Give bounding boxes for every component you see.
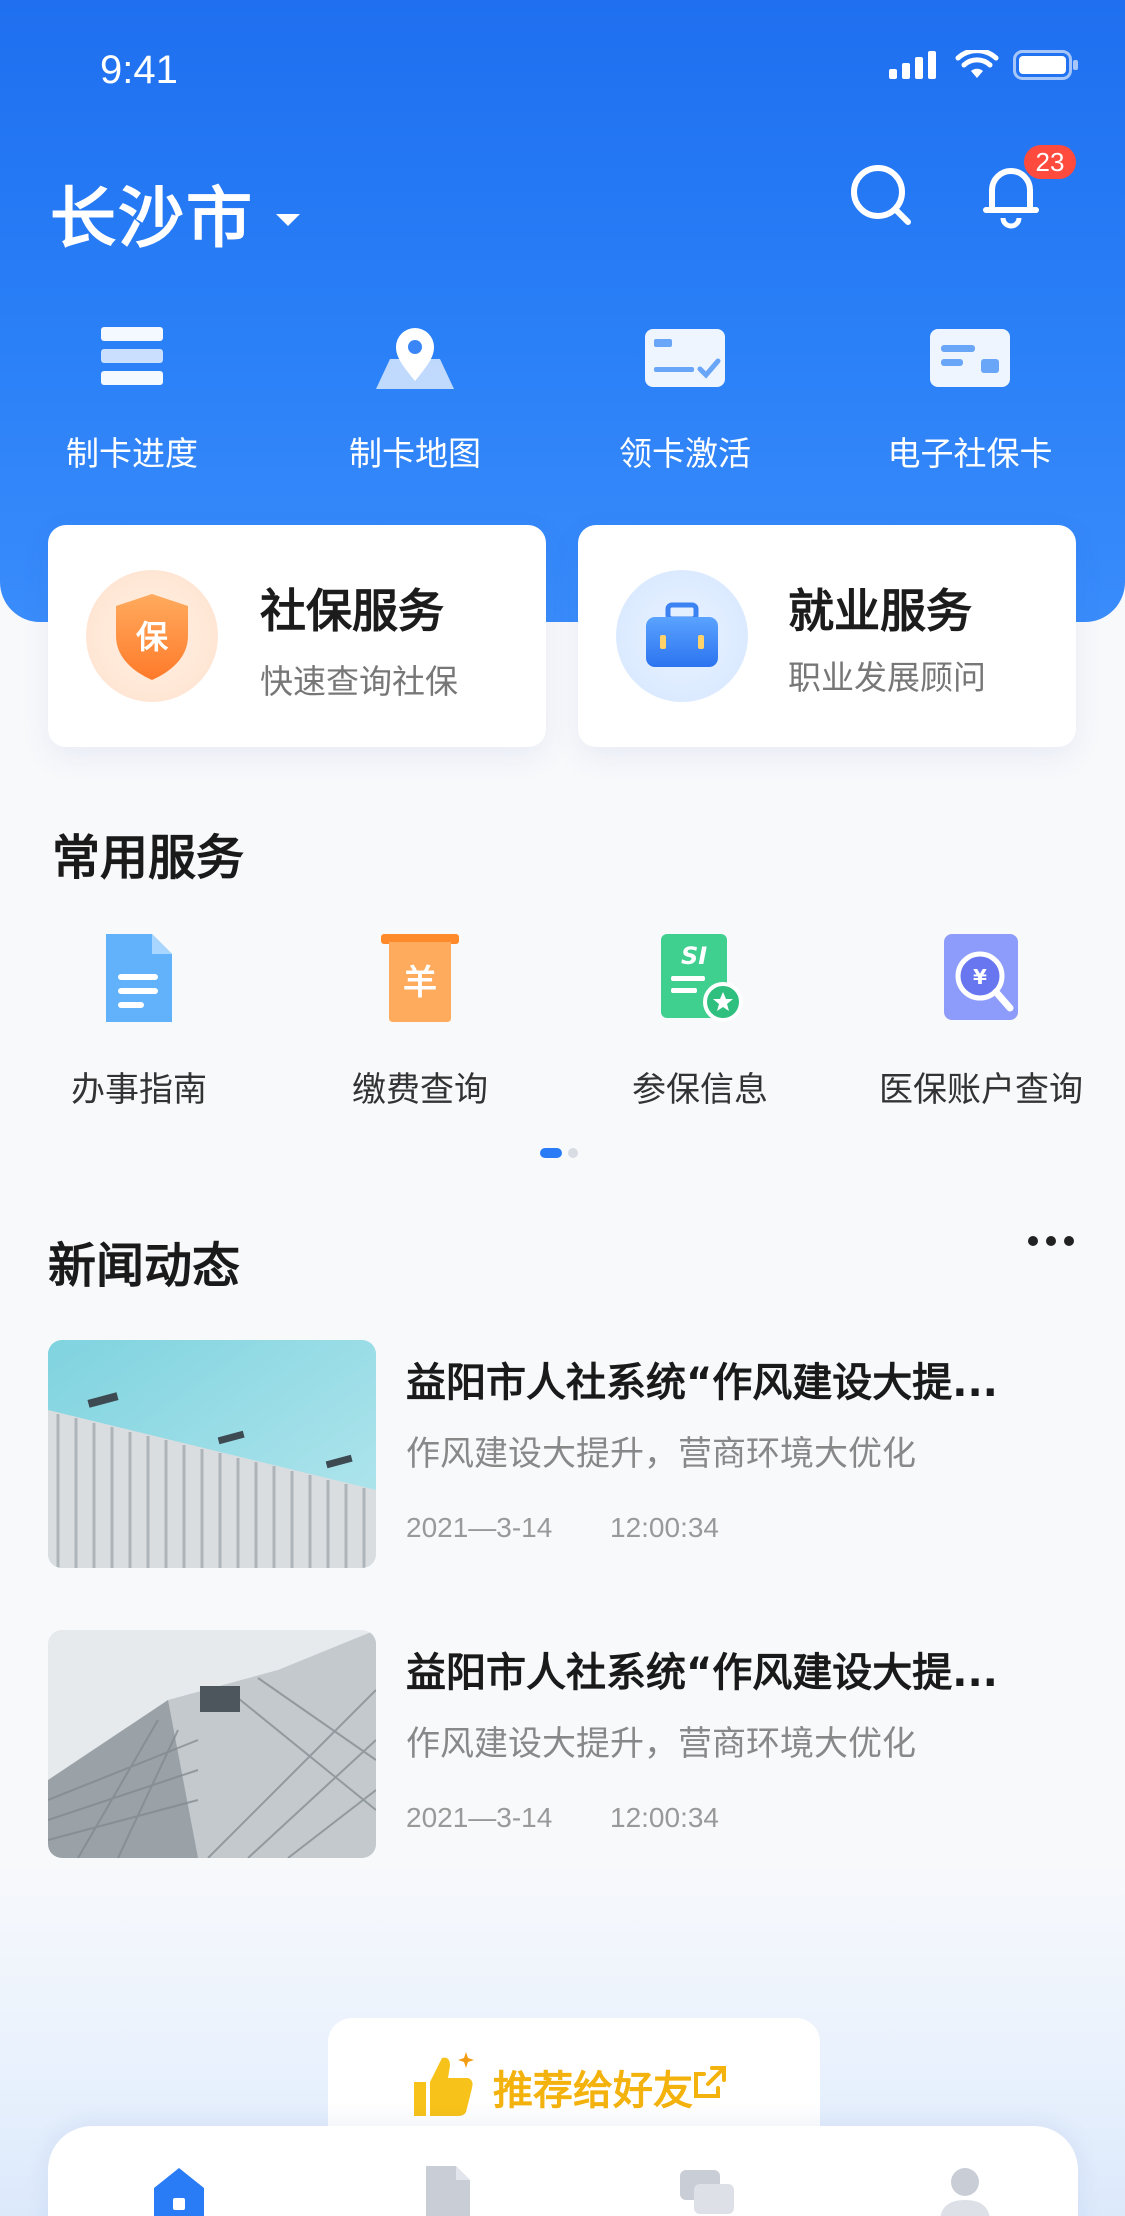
- insurance-icon-text: SI: [681, 942, 707, 970]
- service-label: 医保账户查询: [879, 1070, 1083, 1110]
- map-pin-icon: [376, 328, 454, 389]
- common-services-title: 常用服务: [52, 830, 245, 886]
- news-thumbnail: [48, 1340, 376, 1568]
- home-icon[interactable]: [150, 2164, 208, 2216]
- news-image: [48, 1340, 376, 1568]
- news-date: 2021—3-14: [406, 1512, 553, 1543]
- more-icon[interactable]: [1028, 1236, 1074, 1246]
- payment-icon: 羊: [381, 934, 459, 1022]
- bottom-tab-bar: [48, 2126, 1078, 2216]
- recommend-label: 推荐给好友: [493, 2068, 693, 2114]
- briefcase-icon: [616, 570, 748, 702]
- card-title: 就业服务: [788, 584, 972, 638]
- status-time: 9:41: [100, 48, 178, 92]
- card-title: 社保服务: [260, 584, 444, 638]
- document-icon: [106, 934, 172, 1022]
- quick-action-label: 制卡进度: [66, 434, 198, 473]
- shield-icon: 保: [86, 570, 218, 702]
- pagination-dots: [540, 1148, 578, 1158]
- share-icon: [694, 2066, 726, 2098]
- city-selector[interactable]: 长沙市: [50, 165, 300, 261]
- news-date: 2021—3-14: [406, 1802, 553, 1833]
- news-section-title: 新闻动态: [48, 1238, 241, 1294]
- news-thumbnail: [48, 1630, 376, 1858]
- news-time: 12:00:34: [610, 1512, 719, 1543]
- service-item-guide[interactable]: 办事指南: [14, 930, 264, 1111]
- news-title: 益阳市人社系统“作风建设大提...: [406, 1650, 998, 1696]
- shield-icon-text: 保: [136, 618, 169, 656]
- quick-action-label: 领卡激活: [619, 434, 751, 473]
- signal-icon: [889, 51, 936, 79]
- list-icon: [101, 327, 163, 385]
- file-icon[interactable]: [418, 2164, 476, 2216]
- city-name: 长沙市: [50, 180, 254, 257]
- chevron-down-icon: [276, 214, 300, 226]
- card-subtitle: 职业发展顾问: [788, 658, 986, 697]
- service-item-insurance-info[interactable]: SI 参保信息: [575, 930, 825, 1111]
- news-title: 益阳市人社系统“作风建设大提...: [406, 1360, 998, 1406]
- payment-icon-text: 羊: [403, 963, 437, 1003]
- profile-icon[interactable]: [936, 2164, 994, 2216]
- shield-icon: 保: [116, 594, 188, 680]
- quick-action-card-progress[interactable]: 制卡进度: [22, 325, 242, 475]
- news-item[interactable]: 益阳市人社系统“作风建设大提... 作风建设大提升，营商环境大优化 2021—3…: [48, 1630, 1078, 1860]
- social-security-service-card[interactable]: 保 社保服务 快速查询社保: [48, 525, 546, 747]
- card-subtitle: 快速查询社保: [260, 662, 458, 701]
- service-item-payment[interactable]: 羊 缴费查询: [295, 930, 545, 1111]
- search-account-icon: ¥: [944, 934, 1018, 1020]
- news-image: [48, 1630, 376, 1858]
- card-icon: [930, 329, 1010, 387]
- quick-action-label: 电子社保卡: [887, 434, 1053, 473]
- svg-text:¥: ¥: [973, 965, 987, 989]
- status-bar: 9:41: [0, 0, 1125, 140]
- insurance-doc-icon: SI: [661, 934, 743, 1022]
- page-dot-active: [540, 1148, 562, 1158]
- news-time: 12:00:34: [610, 1802, 719, 1833]
- notification-badge: 23: [1024, 145, 1076, 179]
- news-summary: 作风建设大提升，营商环境大优化: [406, 1434, 916, 1474]
- quick-action-e-card[interactable]: 电子社保卡: [860, 325, 1080, 475]
- news-summary: 作风建设大提升，营商环境大优化: [406, 1724, 916, 1764]
- service-label: 缴费查询: [352, 1070, 488, 1110]
- battery-icon: [1013, 50, 1078, 80]
- service-label: 参保信息: [632, 1070, 768, 1110]
- briefcase-icon: [646, 602, 718, 667]
- quick-action-label: 制卡地图: [349, 434, 481, 473]
- quick-action-card-activate[interactable]: 领卡激活: [575, 325, 795, 475]
- news-item[interactable]: 益阳市人社系统“作风建设大提... 作风建设大提升，营商环境大优化 2021—3…: [48, 1340, 1078, 1570]
- service-label: 办事指南: [71, 1070, 207, 1110]
- service-item-medical-account[interactable]: ¥ 医保账户查询: [856, 930, 1106, 1111]
- wifi-icon: [955, 50, 999, 78]
- employment-service-card[interactable]: 就业服务 职业发展顾问: [578, 525, 1076, 747]
- card-check-icon: [645, 329, 725, 387]
- thumbs-up-icon: [414, 2052, 474, 2116]
- search-icon[interactable]: [846, 160, 916, 230]
- chat-icon[interactable]: [678, 2164, 736, 2216]
- page-dot: [568, 1148, 578, 1158]
- quick-action-card-map[interactable]: 制卡地图: [305, 325, 525, 475]
- status-icons: [889, 50, 1079, 80]
